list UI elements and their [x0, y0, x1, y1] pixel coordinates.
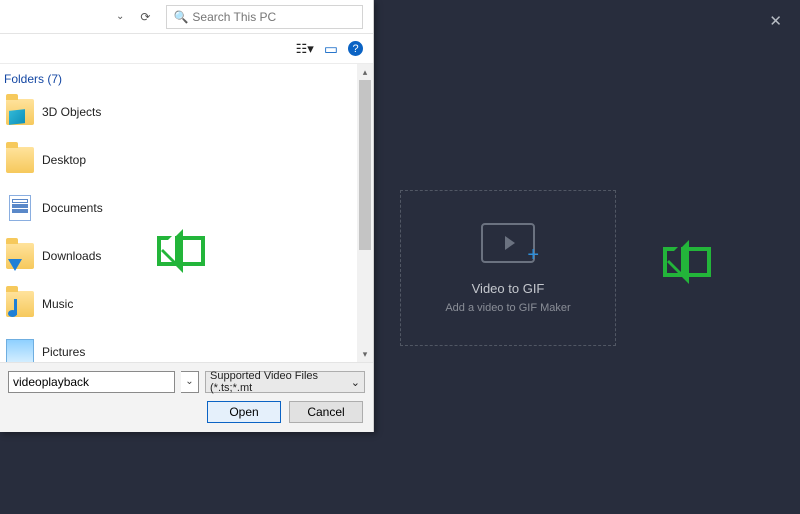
list-item-label: Downloads: [42, 249, 101, 263]
plus-icon: +: [527, 244, 539, 267]
open-button[interactable]: Open: [207, 401, 281, 423]
list-item[interactable]: Music: [0, 284, 357, 324]
search-box[interactable]: 🔍: [166, 5, 363, 29]
search-input[interactable]: [192, 10, 362, 24]
group-header: Folders (7): [4, 72, 357, 86]
music-icon: [6, 291, 34, 317]
documents-icon: [6, 195, 34, 221]
file-list[interactable]: Folders (7) 3D Objects Desktop Documents…: [0, 64, 357, 362]
video-thumbnail-icon: +: [481, 223, 535, 263]
list-item-label: Documents: [42, 201, 103, 215]
list-item-label: Desktop: [42, 153, 86, 167]
filetype-filter[interactable]: Supported Video Files (*.ts;*.mt ⌄: [205, 371, 365, 393]
pictures-icon: [6, 339, 34, 362]
scrollbar[interactable]: ▴ ▾: [357, 64, 373, 362]
list-item[interactable]: 3D Objects: [0, 92, 357, 132]
file-open-dialog: ⌄ ⟳ 🔍 ☷▾ ▭ ? Folders (7) 3D Objects Desk…: [0, 0, 374, 432]
list-item[interactable]: Documents: [0, 188, 357, 228]
chevron-down-icon: ⌄: [351, 376, 360, 389]
preview-pane-icon[interactable]: ▭: [324, 40, 338, 58]
downloads-icon: [6, 243, 34, 269]
list-item-label: 3D Objects: [42, 105, 101, 119]
breadcrumb[interactable]: [0, 5, 110, 29]
dialog-toolbar: ☷▾ ▭ ?: [0, 34, 373, 64]
view-options-icon[interactable]: ☷▾: [296, 41, 314, 57]
cancel-button[interactable]: Cancel: [289, 401, 363, 423]
list-item[interactable]: Desktop: [0, 140, 357, 180]
help-icon[interactable]: ?: [348, 41, 363, 56]
scroll-up-icon[interactable]: ▴: [357, 64, 373, 80]
folder-icon: [6, 147, 34, 173]
refresh-icon[interactable]: ⟳: [130, 10, 160, 24]
list-item-label: Pictures: [42, 345, 85, 359]
filename-dropdown-icon[interactable]: ⌄: [181, 371, 199, 393]
list-item[interactable]: Pictures: [0, 332, 357, 362]
close-icon[interactable]: ✕: [769, 12, 782, 30]
dialog-addressbar: ⌄ ⟳ 🔍: [0, 0, 373, 34]
scroll-down-icon[interactable]: ▾: [357, 346, 373, 362]
filetype-filter-label: Supported Video Files (*.ts;*.mt: [210, 370, 351, 394]
dropzone-title: Video to GIF: [472, 281, 545, 296]
annotation-arrow-left: [157, 236, 205, 266]
dialog-bottom: ⌄ Supported Video Files (*.ts;*.mt ⌄ Ope…: [0, 362, 373, 432]
search-icon: 🔍: [173, 10, 188, 24]
annotation-arrow-right: [663, 247, 711, 277]
folder-3d-icon: [6, 99, 34, 125]
scrollbar-thumb[interactable]: [359, 80, 371, 250]
list-item-label: Music: [42, 297, 73, 311]
chevron-down-icon[interactable]: ⌄: [110, 11, 130, 22]
dialog-body: Folders (7) 3D Objects Desktop Documents…: [0, 64, 373, 362]
dropzone-subtitle: Add a video to GIF Maker: [445, 302, 570, 314]
video-to-gif-dropzone[interactable]: + Video to GIF Add a video to GIF Maker: [400, 190, 616, 346]
filename-input[interactable]: [8, 371, 175, 393]
